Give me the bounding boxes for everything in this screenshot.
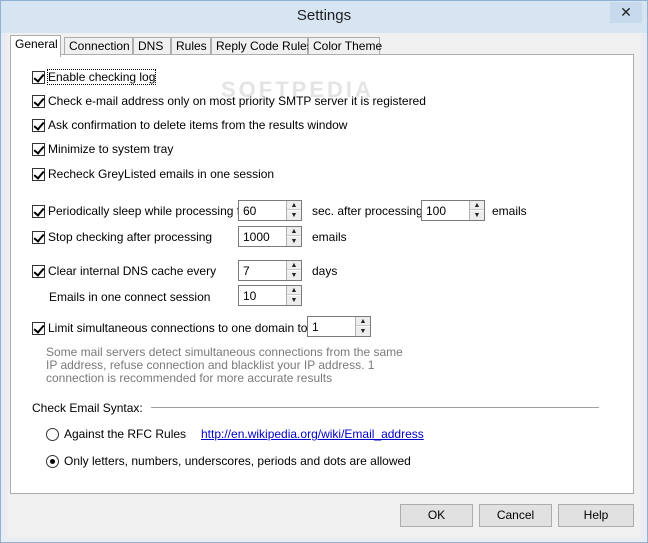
emails-per-session-spinner[interactable]: 10 ▲ ▼ xyxy=(238,285,302,306)
ask-confirmation-checkbox[interactable] xyxy=(32,118,45,132)
clear-dns-spinner[interactable]: 7 ▲ ▼ xyxy=(238,260,302,281)
sec-after-processing-label: sec. after processing xyxy=(312,204,423,218)
recheck-greylisted-checkbox[interactable] xyxy=(32,167,45,181)
recheck-greylisted-option[interactable]: Recheck GreyListed emails in one session xyxy=(32,166,274,182)
stop-checking-spinner[interactable]: 1000 ▲ ▼ xyxy=(238,226,302,247)
minimize-tray-label: Minimize to system tray xyxy=(48,142,174,156)
clear-dns-option[interactable]: Clear internal DNS cache every xyxy=(32,263,216,279)
check-most-priority-label: Check e-mail address only on most priori… xyxy=(48,94,426,108)
ask-confirmation-label: Ask confirmation to delete items from th… xyxy=(48,118,348,132)
email-address-wiki-link[interactable]: http://en.wikipedia.org/wiki/Email_addre… xyxy=(201,427,424,441)
help-button[interactable]: Help xyxy=(558,504,634,527)
rfc-rules-label: Against the RFC Rules xyxy=(64,427,187,441)
clear-dns-label: Clear internal DNS cache every xyxy=(48,264,217,278)
ask-confirmation-option[interactable]: Ask confirmation to delete items from th… xyxy=(32,117,347,133)
dialog-client: General Connection DNS Rules Reply Code … xyxy=(7,33,641,538)
limit-connections-label: Limit simultaneous connections to one do… xyxy=(48,321,308,335)
stop-checking-checkbox[interactable] xyxy=(32,230,45,244)
limit-connections-spinner[interactable]: 1 ▲ ▼ xyxy=(307,316,371,337)
sleep-emails-spinner[interactable]: 100 ▲ ▼ xyxy=(421,200,485,221)
clear-dns-unit: days xyxy=(312,264,338,278)
general-panel: SOFTPEDIA Enable checking log Check e-ma… xyxy=(10,54,634,494)
rfc-rules-radio[interactable] xyxy=(46,427,59,441)
limit-connections-checkbox[interactable] xyxy=(32,321,45,335)
enable-checking-log-option[interactable]: Enable checking log xyxy=(32,69,157,85)
rfc-rules-option[interactable]: Against the RFC Rules xyxy=(46,426,186,442)
cancel-button[interactable]: Cancel xyxy=(479,504,552,527)
limit-connections-note: Some mail servers detect simultaneous co… xyxy=(46,345,403,385)
sleep-seconds-value: 60 xyxy=(243,204,257,218)
check-most-priority-checkbox[interactable] xyxy=(32,94,45,108)
limit-connections-value: 1 xyxy=(312,320,319,334)
simple-syntax-radio[interactable] xyxy=(46,454,59,468)
stop-checking-unit: emails xyxy=(312,230,347,244)
enable-checking-log-checkbox[interactable] xyxy=(32,70,45,84)
clear-dns-checkbox[interactable] xyxy=(32,264,45,278)
spin-up-icon[interactable]: ▲ xyxy=(287,261,301,270)
sleep-emails-value: 100 xyxy=(426,204,447,218)
stop-checking-option[interactable]: Stop checking after processing xyxy=(32,229,212,245)
emails-per-session-value: 10 xyxy=(243,289,257,303)
title-bar: Settings ✕ xyxy=(1,1,647,33)
settings-window: Settings ✕ General Connection DNS Rules … xyxy=(0,0,648,543)
sleep-seconds-spinner[interactable]: 60 ▲ ▼ xyxy=(238,200,302,221)
spin-down-icon[interactable]: ▼ xyxy=(287,237,301,246)
spin-up-icon[interactable]: ▲ xyxy=(356,317,370,326)
stop-checking-value: 1000 xyxy=(243,230,270,244)
clear-dns-value: 7 xyxy=(243,264,250,278)
spin-down-icon[interactable]: ▼ xyxy=(287,211,301,220)
spin-down-icon[interactable]: ▼ xyxy=(356,327,370,336)
spin-down-icon[interactable]: ▼ xyxy=(287,296,301,305)
limit-connections-option[interactable]: Limit simultaneous connections to one do… xyxy=(32,320,307,336)
spin-down-icon[interactable]: ▼ xyxy=(287,271,301,280)
ok-button[interactable]: OK xyxy=(400,504,473,527)
emails-per-session-label: Emails in one connect session xyxy=(49,290,211,304)
minimize-tray-option[interactable]: Minimize to system tray xyxy=(32,141,173,157)
close-button[interactable]: ✕ xyxy=(610,2,642,23)
check-most-priority-option[interactable]: Check e-mail address only on most priori… xyxy=(32,93,426,109)
recheck-greylisted-label: Recheck GreyListed emails in one session xyxy=(48,167,275,181)
syntax-separator xyxy=(151,407,599,408)
periodic-sleep-checkbox[interactable] xyxy=(32,204,45,218)
enable-checking-log-label: Enable checking log xyxy=(46,69,157,85)
minimize-tray-checkbox[interactable] xyxy=(32,142,45,156)
periodic-sleep-label: Periodically sleep while processing for xyxy=(48,204,251,218)
sleep-emails-unit: emails xyxy=(492,204,527,218)
spin-up-icon[interactable]: ▲ xyxy=(287,201,301,210)
simple-syntax-label: Only letters, numbers, underscores, peri… xyxy=(64,454,411,468)
stop-checking-label: Stop checking after processing xyxy=(48,230,213,244)
spin-up-icon[interactable]: ▲ xyxy=(287,286,301,295)
close-icon: ✕ xyxy=(620,4,632,20)
periodic-sleep-option[interactable]: Periodically sleep while processing for xyxy=(32,203,251,219)
syntax-heading: Check Email Syntax: xyxy=(32,401,143,415)
window-title: Settings xyxy=(296,7,352,24)
spin-down-icon[interactable]: ▼ xyxy=(470,211,484,220)
spin-up-icon[interactable]: ▲ xyxy=(287,227,301,236)
spin-up-icon[interactable]: ▲ xyxy=(470,201,484,210)
simple-syntax-option[interactable]: Only letters, numbers, underscores, peri… xyxy=(46,453,411,469)
tab-general[interactable]: General xyxy=(10,35,61,57)
